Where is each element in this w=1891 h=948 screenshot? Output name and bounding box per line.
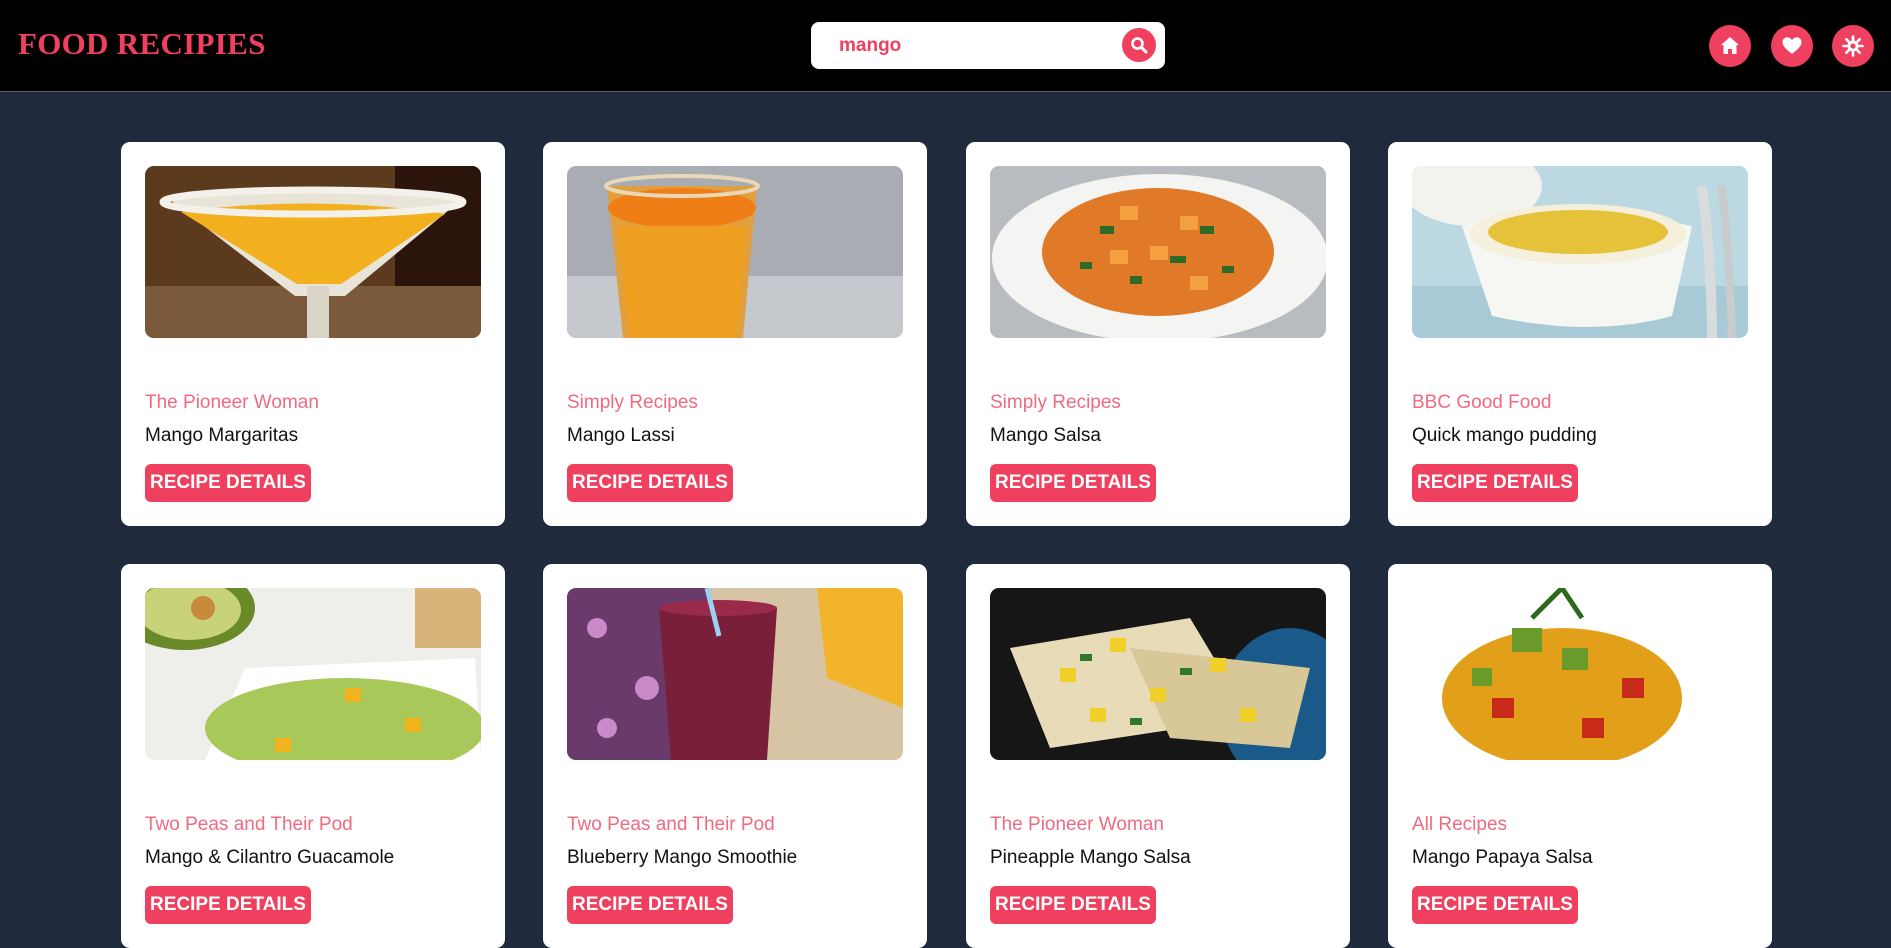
recipe-source: The Pioneer Woman (990, 814, 1164, 835)
recipe-image[interactable] (145, 166, 481, 338)
recipe-card: Two Peas and Their Pod Blueberry Mango S… (543, 564, 927, 948)
recipe-source: BBC Good Food (1412, 392, 1552, 413)
recipe-card: Simply Recipes Mango Lassi RECIPE DETAIL… (543, 142, 927, 526)
theme-toggle-button[interactable] (1832, 25, 1874, 67)
search-bar: mango (811, 22, 1165, 69)
recipe-image[interactable] (1412, 166, 1748, 338)
recipe-details-button[interactable]: RECIPE DETAILS (567, 464, 733, 502)
recipe-title: Mango & Cilantro Guacamole (145, 847, 395, 868)
recipe-source: Two Peas and Their Pod (567, 814, 775, 835)
settings-icon (1842, 35, 1864, 57)
recipe-source: All Recipes (1412, 814, 1508, 835)
recipe-source: Simply Recipes (990, 392, 1121, 413)
home-icon (1721, 37, 1739, 54)
recipe-card: Two Peas and Their Pod Mango & Cilantro … (121, 564, 505, 948)
recipe-details-button[interactable]: RECIPE DETAILS (1412, 464, 1578, 502)
recipe-image[interactable] (990, 166, 1326, 338)
recipe-source: Two Peas and Their Pod (145, 814, 353, 835)
recipe-source: The Pioneer Woman (145, 392, 319, 413)
recipe-image[interactable] (567, 588, 903, 760)
top-navbar: FOOD RECIPIES mango (0, 0, 1891, 92)
heart-icon (1782, 37, 1802, 54)
recipe-card: BBC Good Food Quick mango pudding RECIPE… (1388, 142, 1772, 526)
recipe-title: Quick mango pudding (1412, 425, 1597, 446)
recipe-image[interactable] (567, 166, 903, 338)
recipe-image[interactable] (1412, 588, 1712, 760)
favorites-button[interactable] (1771, 25, 1813, 67)
recipe-title: Pineapple Mango Salsa (990, 847, 1191, 868)
recipe-card: Simply Recipes Mango Salsa RECIPE DETAIL… (966, 142, 1350, 526)
recipe-title: Mango Margaritas (145, 425, 299, 446)
search-icon (1131, 37, 1148, 54)
recipe-card: All Recipes Mango Papaya Salsa RECIPE DE… (1388, 564, 1772, 948)
search-button[interactable] (1122, 28, 1156, 62)
recipe-image[interactable] (145, 588, 481, 760)
recipe-title: Mango Papaya Salsa (1412, 847, 1593, 868)
recipe-title: Mango Lassi (567, 425, 675, 446)
recipe-source: Simply Recipes (567, 392, 698, 413)
app-logo[interactable]: FOOD RECIPIES (18, 26, 266, 62)
home-button[interactable] (1709, 25, 1751, 67)
recipe-details-button[interactable]: RECIPE DETAILS (145, 464, 311, 502)
recipe-title: Blueberry Mango Smoothie (567, 847, 798, 868)
recipe-title: Mango Salsa (990, 425, 1101, 446)
recipe-details-button[interactable]: RECIPE DETAILS (1412, 886, 1578, 924)
recipe-details-button[interactable]: RECIPE DETAILS (990, 886, 1156, 924)
recipe-card: The Pioneer Woman Pineapple Mango Salsa … (966, 564, 1350, 948)
recipe-details-button[interactable]: RECIPE DETAILS (990, 464, 1156, 502)
recipe-card: The Pioneer Woman Mango Margaritas RECIP… (121, 142, 505, 526)
recipe-details-button[interactable]: RECIPE DETAILS (145, 886, 311, 924)
search-input[interactable]: mango (839, 35, 901, 57)
recipe-details-button[interactable]: RECIPE DETAILS (567, 886, 733, 924)
recipe-image[interactable] (990, 588, 1326, 760)
